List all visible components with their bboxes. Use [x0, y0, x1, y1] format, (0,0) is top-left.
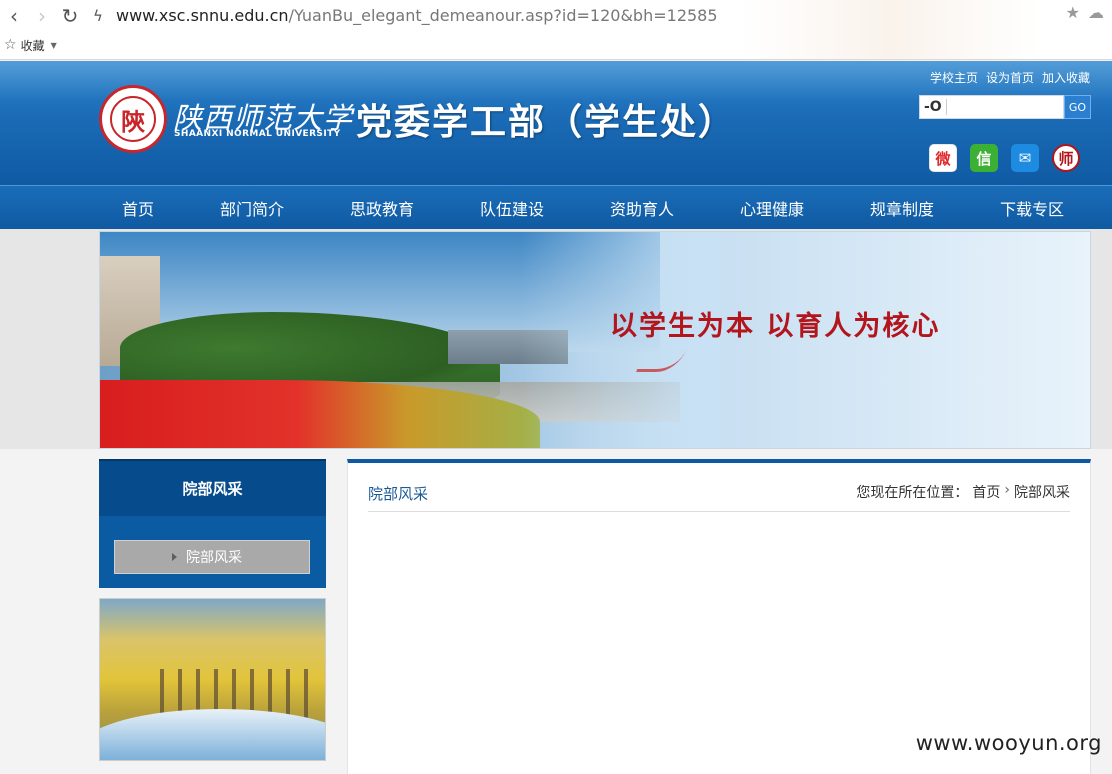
bookmarks-label[interactable]: 收藏	[21, 37, 45, 54]
search-input[interactable]: -O	[919, 95, 1064, 119]
sidebar-menu: 院部风采	[99, 516, 326, 588]
arrow-right-icon	[172, 553, 177, 561]
sidebar-campus-photo	[99, 598, 326, 761]
nav-item-home[interactable]: 首页	[105, 186, 203, 230]
address-bar: ‹ › ↻ ϟ www.xsc.snnu.edu.cn/YuanBu_elega…	[0, 0, 1112, 31]
sidebar-item-label: 院部风采	[186, 550, 242, 566]
nav-item-ideology[interactable]: 思政教育	[333, 186, 463, 230]
search-go-button[interactable]: GO	[1064, 95, 1091, 119]
link-school-home[interactable]: 学校主页	[930, 69, 978, 86]
back-icon[interactable]: ‹	[0, 2, 28, 30]
url-path: /YuanBu_elegant_demeanour.asp?id=120&bh=…	[288, 6, 718, 25]
search-icon: -O	[924, 99, 947, 115]
url-field[interactable]: www.xsc.snnu.edu.cn/YuanBu_elegant_demea…	[116, 6, 718, 25]
mail-icon[interactable]: ✉	[1011, 144, 1039, 172]
nav-item-about[interactable]: 部门简介	[203, 186, 333, 230]
breadcrumb-current[interactable]: 院部风采	[1014, 482, 1070, 502]
link-add-favorite[interactable]: 加入收藏	[1042, 69, 1090, 86]
link-set-homepage[interactable]: 设为首页	[986, 69, 1034, 86]
university-name-en: SHAANXI NORMAL UNIVERSITY	[174, 129, 341, 139]
wechat-icon[interactable]: 信	[970, 144, 998, 172]
nav-item-team[interactable]: 队伍建设	[463, 186, 593, 230]
main-panel: 院部风采 您现在所在位置： 首页 › 院部风采	[347, 459, 1091, 774]
forward-icon[interactable]: ›	[28, 2, 56, 30]
banner-slogan: 以学生为本 以育人为核心	[610, 311, 941, 342]
star-icon[interactable]: ★	[1066, 3, 1080, 22]
address-actions: ★ ☁	[1066, 3, 1104, 22]
page: ‹ › ↻ ϟ www.xsc.snnu.edu.cn/YuanBu_elega…	[0, 0, 1112, 774]
nav-item-aid[interactable]: 资助育人	[593, 186, 723, 230]
bookmarks-bar: ☆ 收藏 ▼	[0, 31, 1112, 59]
site-header: 陝 陕西师范大学 SHAANXI NORMAL UNIVERSITY 党委学工部…	[0, 61, 1112, 185]
chevron-down-icon[interactable]: ▼	[51, 41, 57, 50]
sidebar-title: 院部风采	[99, 459, 326, 516]
top-links: 学校主页 设为首页 加入收藏	[930, 69, 1090, 86]
main-panel-title: 院部风采	[368, 485, 429, 503]
site-search: -O GO	[919, 95, 1091, 119]
main-panel-header: 院部风采 您现在所在位置： 首页 › 院部风采	[368, 479, 1070, 512]
browser-chrome: ‹ › ↻ ϟ www.xsc.snnu.edu.cn/YuanBu_elega…	[0, 0, 1112, 60]
sidebar-item-yuanbu[interactable]: 院部风采	[114, 540, 310, 574]
breadcrumb-home[interactable]: 首页	[972, 482, 1000, 502]
university-seal-logo[interactable]: 陝	[99, 85, 167, 153]
bookmark-star-icon: ☆	[4, 37, 17, 53]
url-host: www.xsc.snnu.edu.cn	[116, 6, 289, 25]
department-title: 党委学工部（学生处）	[356, 102, 737, 143]
nav-item-mental-health[interactable]: 心理健康	[723, 186, 853, 230]
main-nav: 首页 部门简介 思政教育 队伍建设 资助育人 心理健康 规章制度 下载专区	[0, 185, 1112, 229]
breadcrumb: 您现在所在位置： 首页 › 院部风采	[856, 482, 1070, 502]
nav-item-regulations[interactable]: 规章制度	[853, 186, 983, 230]
weibo-icon[interactable]: 微	[929, 144, 957, 172]
reload-icon[interactable]: ↻	[56, 2, 84, 30]
nav-item-downloads[interactable]: 下载专区	[983, 186, 1112, 230]
social-links: 微 信 ✉ 师	[929, 144, 1080, 172]
campus-banner: 以学生为本 以育人为核心	[99, 231, 1091, 449]
lightning-icon: ϟ	[93, 6, 103, 25]
photo-wave	[100, 709, 325, 760]
university-emblem-icon[interactable]: 师	[1052, 144, 1080, 172]
watermark: www.wooyun.org	[915, 731, 1102, 755]
chevron-right-icon: ›	[1004, 482, 1010, 498]
seal-mark: 陝	[110, 96, 156, 142]
breadcrumb-prefix: 您现在所在位置：	[856, 485, 969, 501]
cloud-icon[interactable]: ☁	[1088, 3, 1104, 22]
